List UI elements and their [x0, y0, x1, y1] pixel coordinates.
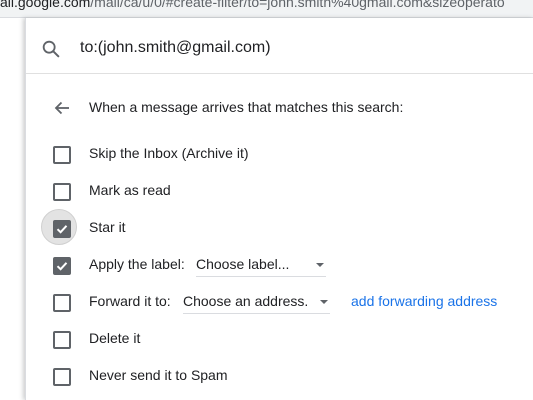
choose-label-select[interactable]: Choose label...: [196, 252, 326, 277]
skip-inbox-checkbox[interactable]: [53, 146, 71, 164]
browser-url[interactable]: ail.google.com/mail/ca/u/0/#create-filte…: [0, 0, 505, 10]
delete-label[interactable]: Delete it: [89, 330, 140, 346]
option-apply-label: Apply the label: Choose label...: [26, 246, 533, 282]
choose-address-value: Choose an address.: [183, 293, 309, 309]
create-filter-panel: When a message arrives that matches this…: [25, 18, 533, 400]
filter-criteria-header: When a message arrives that matches this…: [26, 92, 533, 122]
search-icon[interactable]: [40, 38, 62, 60]
search-input[interactable]: [80, 36, 510, 60]
caret-down-icon: [320, 300, 328, 304]
checkmark-icon: [56, 262, 68, 271]
apply-label-label[interactable]: Apply the label:: [89, 256, 185, 272]
background-page: [0, 18, 25, 400]
arrow-left-icon[interactable]: [53, 99, 71, 117]
option-mark-read: Mark as read: [26, 172, 533, 208]
skip-inbox-label[interactable]: Skip the Inbox (Archive it): [89, 145, 249, 161]
option-star: Star it: [26, 209, 533, 245]
never-spam-checkbox[interactable]: [53, 368, 71, 386]
forward-label[interactable]: Forward it to:: [89, 293, 171, 309]
filter-header-label: When a message arrives that matches this…: [89, 99, 404, 115]
option-skip-inbox: Skip the Inbox (Archive it): [26, 135, 533, 171]
option-forward: Forward it to: Choose an address. add fo…: [26, 283, 533, 319]
option-delete: Delete it: [26, 320, 533, 356]
caret-down-icon: [316, 263, 324, 267]
star-checkbox[interactable]: [53, 220, 71, 238]
star-label[interactable]: Star it: [89, 219, 126, 235]
delete-checkbox[interactable]: [53, 331, 71, 349]
forward-checkbox[interactable]: [53, 294, 71, 312]
url-path: /mail/ca/u/0/#create-filter/to=john.smit…: [90, 0, 505, 10]
add-forwarding-address-link[interactable]: add forwarding address: [351, 293, 497, 309]
choose-address-select[interactable]: Choose an address.: [183, 289, 330, 314]
search-bar: [26, 18, 533, 74]
url-domain: ail.google.com: [0, 0, 91, 10]
mark-read-checkbox[interactable]: [53, 183, 71, 201]
never-spam-label[interactable]: Never send it to Spam: [89, 367, 228, 383]
choose-label-value: Choose label...: [196, 256, 290, 272]
apply-label-checkbox[interactable]: [53, 257, 71, 275]
browser-address-bar[interactable]: ail.google.com/mail/ca/u/0/#create-filte…: [0, 0, 533, 18]
mark-read-label[interactable]: Mark as read: [89, 182, 171, 198]
option-never-spam: Never send it to Spam: [26, 357, 533, 393]
checkmark-icon: [56, 225, 68, 234]
